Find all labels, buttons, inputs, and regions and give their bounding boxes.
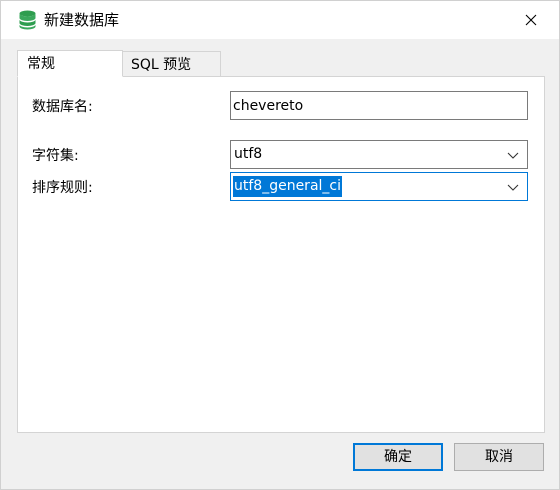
chevron-down-icon (507, 184, 519, 191)
database-name-label: 数据库名: (32, 99, 93, 115)
chevron-down-icon (507, 152, 519, 159)
tab-sql-preview[interactable]: SQL 预览 (122, 51, 221, 77)
ok-button[interactable]: 确定 (353, 443, 443, 471)
collation-label: 排序规则: (32, 180, 93, 196)
collation-select[interactable]: utf8_general_ci (230, 172, 528, 201)
charset-select[interactable]: utf8 (230, 140, 528, 169)
dialog-title: 新建数据库 (44, 11, 120, 29)
new-database-dialog: 新建数据库 常规 SQL 预览 数据库名: 字符集: utf8 排序规则: ut… (0, 0, 560, 490)
close-button[interactable] (511, 5, 551, 35)
database-name-input[interactable] (230, 91, 528, 120)
charset-value: utf8 (234, 146, 263, 162)
close-icon (525, 14, 537, 26)
collation-value: utf8_general_ci (233, 176, 342, 197)
tab-strip: 常规 SQL 预览 (17, 50, 545, 77)
general-panel: 数据库名: 字符集: utf8 排序规则: utf8_general_ci (17, 76, 545, 433)
charset-label: 字符集: (32, 148, 79, 164)
title-bar: 新建数据库 (1, 1, 559, 39)
cancel-button[interactable]: 取消 (454, 443, 544, 471)
tab-general[interactable]: 常规 (17, 50, 123, 77)
database-icon (19, 10, 36, 30)
